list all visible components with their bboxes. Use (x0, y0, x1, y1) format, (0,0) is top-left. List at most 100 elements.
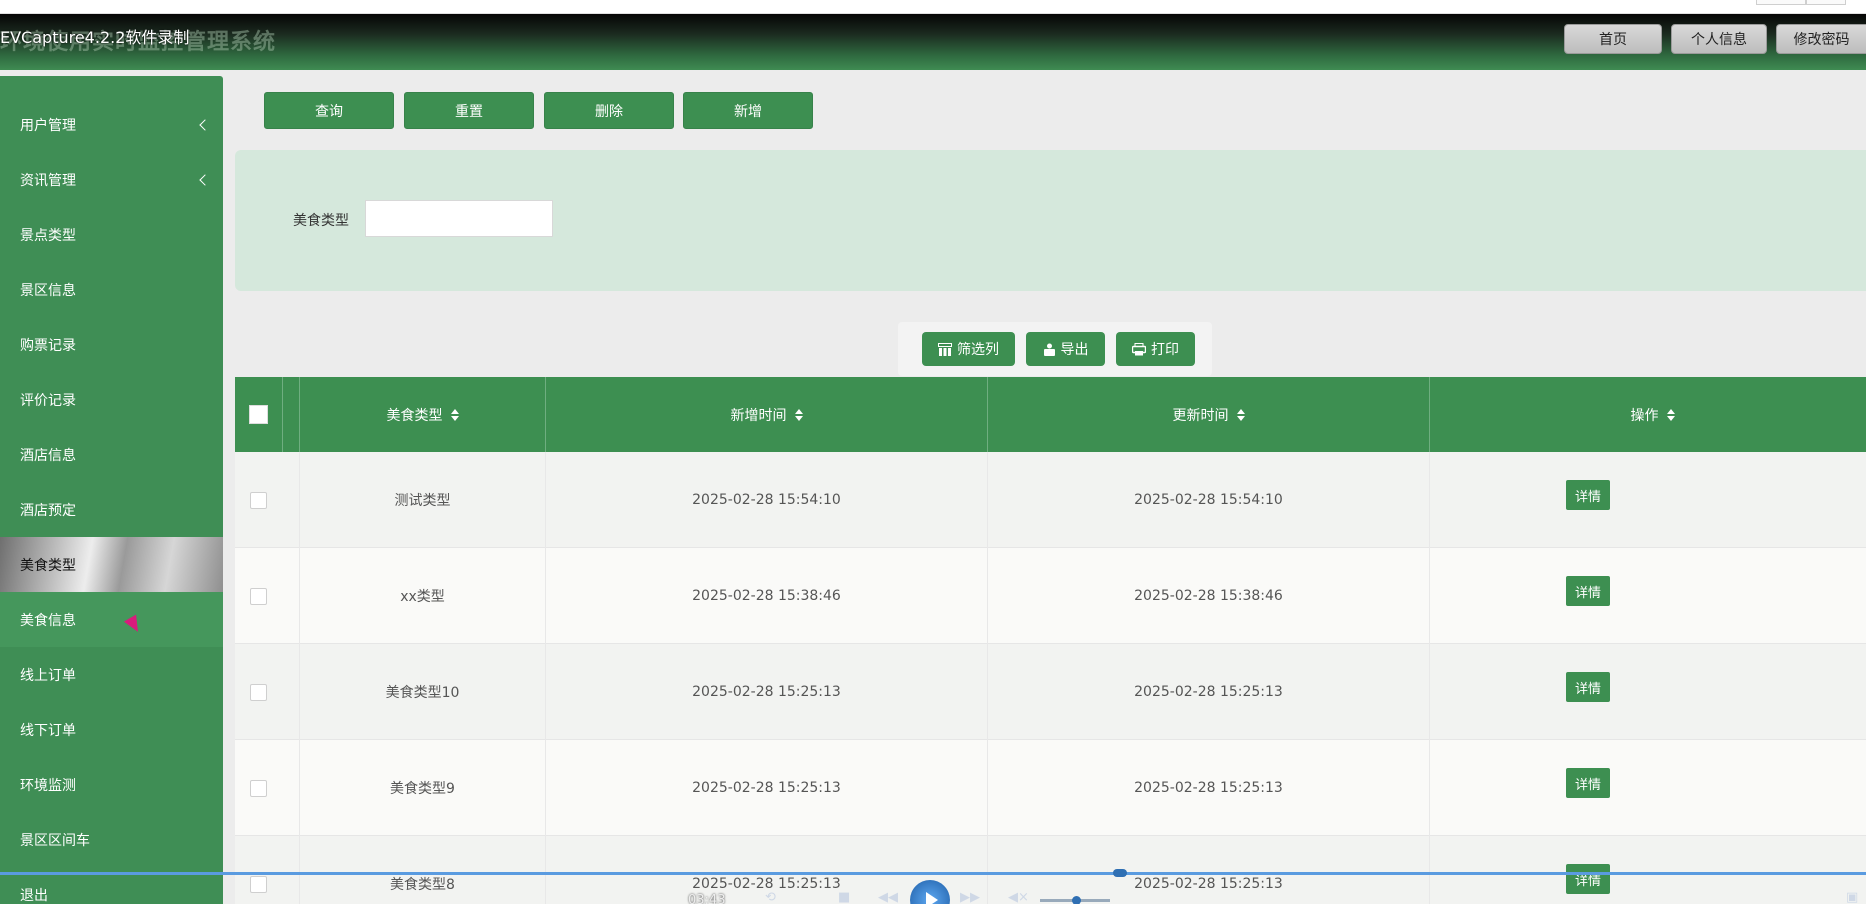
window-tab-right (1806, 0, 1846, 5)
fullscreen-icon[interactable]: ▣ (1846, 890, 1858, 904)
row-checkbox[interactable] (250, 492, 267, 509)
table-cell-created: 2025-02-28 15:25:13 (546, 740, 988, 836)
header-index-cell (283, 377, 300, 452)
sidebar-item[interactable]: 购票记录 (0, 317, 223, 372)
select-all-checkbox[interactable] (249, 405, 268, 424)
sidebar-item[interactable]: 线下订单 (0, 702, 223, 757)
sidebar-item-label: 线上订单 (20, 667, 76, 684)
table-row: 美食类型10 2025-02-28 15:25:13 2025-02-28 15:2… (235, 644, 1866, 740)
filter-columns-label: 筛选列 (957, 342, 999, 358)
sidebar-item-label: 环境监测 (20, 777, 76, 794)
home-button[interactable]: 首页 (1564, 24, 1662, 54)
app-header: 环境使用实时监控管理系统 EVCapture4.2.2软件录制 首页 个人信息 … (0, 14, 1866, 70)
sort-icon[interactable] (1666, 408, 1675, 421)
capture-watermark: EVCapture4.2.2软件录制 (0, 28, 190, 47)
table-cell-created: 2025-02-28 15:25:13 (546, 644, 988, 740)
table-row: 美食类型9 2025-02-28 15:25:13 2025-02-28 15:25… (235, 740, 1866, 836)
query-button[interactable]: 查询 (264, 92, 394, 129)
food-type-search-input[interactable] (365, 200, 553, 237)
video-time: 03:43 (688, 893, 726, 904)
table-cell-type: xx类型 (300, 548, 546, 644)
sidebar-item-label: 景点类型 (20, 227, 76, 244)
row-checkbox[interactable] (250, 876, 267, 893)
sidebar-item[interactable]: 美食类型 (0, 537, 223, 592)
table-cell-type: 测试类型 (300, 452, 546, 548)
filter-columns-button[interactable]: 筛选列 (922, 332, 1015, 366)
window-tab-left (1756, 0, 1806, 5)
table-row: 美食类型8 2025-02-28 15:25:13 2025-02-28 15:25… (235, 836, 1866, 904)
row-checkbox[interactable] (250, 684, 267, 701)
table-row: 测试类型 2025-02-28 15:54:10 2025-02-28 15:54:… (235, 452, 1866, 548)
stop-icon[interactable]: ■ (838, 890, 850, 904)
sidebar-item[interactable]: 酒店信息 (0, 427, 223, 482)
table-cell-updated: 2025-02-28 15:38:46 (988, 548, 1430, 644)
header-created-time[interactable]: 新增时间 (546, 377, 988, 452)
print-button[interactable]: 打印 (1116, 332, 1195, 366)
search-label: 美食类型 (293, 213, 349, 229)
sidebar-item[interactable]: 景区区间车 (0, 812, 223, 867)
sort-icon[interactable] (450, 408, 459, 421)
sidebar-item[interactable]: 美食信息 (0, 592, 223, 647)
row-checkbox[interactable] (250, 780, 267, 797)
delete-button[interactable]: 删除 (544, 92, 674, 129)
sidebar-item[interactable]: 评价记录 (0, 372, 223, 427)
volume-slider[interactable] (1040, 896, 1110, 904)
sidebar-item-label: 美食信息 (20, 612, 76, 629)
detail-button[interactable]: 详情 (1566, 672, 1610, 702)
profile-button[interactable]: 个人信息 (1671, 24, 1767, 54)
sidebar-item[interactable]: 线上订单 (0, 647, 223, 702)
change-password-button[interactable]: 修改密码 (1776, 24, 1866, 54)
header-updated-time[interactable]: 更新时间 (988, 377, 1430, 452)
mute-icon[interactable]: ◀× (1008, 890, 1029, 904)
columns-icon (938, 342, 952, 356)
row-checkbox[interactable] (250, 588, 267, 605)
sidebar-item-label: 购票记录 (20, 337, 76, 354)
fast-forward-icon[interactable]: ▶▶ (960, 890, 980, 904)
header-check-cell (235, 377, 283, 452)
reset-button[interactable]: 重置 (404, 92, 534, 129)
seek-handle[interactable] (1113, 869, 1127, 877)
volume-low-icon[interactable]: ⟲ (765, 890, 776, 904)
table-cell-updated: 2025-02-28 15:25:13 (988, 644, 1430, 740)
sidebar-item[interactable]: 用户管理 (0, 97, 223, 152)
sidebar-item[interactable]: 酒店预定 (0, 482, 223, 537)
sidebar-item[interactable]: 资讯管理 (0, 152, 223, 207)
export-icon (1043, 343, 1055, 356)
chevron-left-icon (199, 173, 211, 186)
sort-icon[interactable] (794, 408, 803, 421)
sidebar: 用户管理资讯管理景点类型景区信息购票记录评价记录酒店信息酒店预定美食类型美食信息… (0, 76, 223, 904)
export-button[interactable]: 导出 (1026, 332, 1105, 366)
browser-top-strip (0, 0, 1866, 14)
sidebar-item-label: 资讯管理 (20, 172, 76, 189)
sidebar-item-label: 酒店信息 (20, 447, 76, 464)
video-seek-bar[interactable] (0, 869, 1866, 877)
sidebar-item[interactable]: 景点类型 (0, 207, 223, 262)
table-header: 美食类型 新增时间 更新时间 操作 (235, 377, 1866, 452)
table-body: 测试类型 2025-02-28 15:54:10 2025-02-28 15:54:… (235, 452, 1866, 904)
detail-button[interactable]: 详情 (1566, 864, 1610, 894)
sidebar-item-label: 景区信息 (20, 282, 76, 299)
sidebar-item-label: 用户管理 (20, 117, 76, 134)
sidebar-item[interactable]: 景区信息 (0, 262, 223, 317)
rewind-icon[interactable]: ◀◀ (878, 890, 898, 904)
table-cell-type: 美食类型8 (300, 836, 546, 904)
sidebar-item[interactable]: 环境监测 (0, 757, 223, 812)
add-button[interactable]: 新增 (683, 92, 813, 129)
detail-button[interactable]: 详情 (1566, 576, 1610, 606)
food-type-table: 美食类型 新增时间 更新时间 操作 测试类型 2025-02-28 15:54:1… (235, 377, 1866, 904)
table-cell-type: 美食类型9 (300, 740, 546, 836)
detail-button[interactable]: 详情 (1566, 768, 1610, 798)
table-cell-updated: 2025-02-28 15:25:13 (988, 836, 1430, 904)
sort-icon[interactable] (1236, 408, 1245, 421)
volume-handle[interactable] (1072, 896, 1081, 904)
sidebar-item-label: 美食类型 (20, 557, 76, 574)
table-cell-updated: 2025-02-28 15:54:10 (988, 452, 1430, 548)
detail-button[interactable]: 详情 (1566, 480, 1610, 510)
header-actions[interactable]: 操作 (1430, 377, 1866, 452)
export-label: 导出 (1060, 342, 1089, 358)
row-index-cell (283, 836, 300, 904)
row-index-cell (283, 452, 300, 548)
row-index-cell (283, 548, 300, 644)
sidebar-item-label: 景区区间车 (20, 832, 90, 849)
header-food-type[interactable]: 美食类型 (300, 377, 546, 452)
